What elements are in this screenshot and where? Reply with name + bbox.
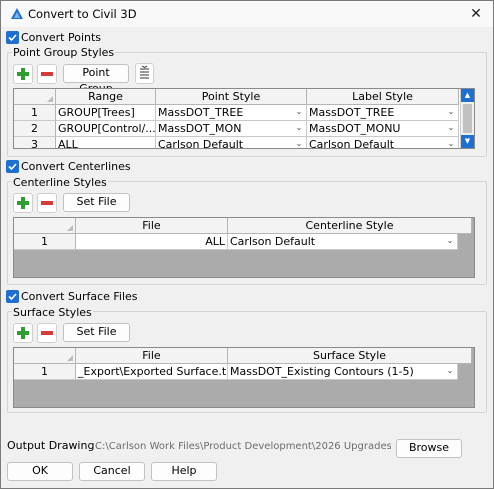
remove-point-row-button[interactable] [37, 64, 57, 84]
column-header-file[interactable]: File [76, 348, 228, 364]
window-title: Convert to Civil 3D [28, 7, 137, 21]
scroll-up-icon[interactable]: ▲ [461, 89, 474, 102]
browse-button[interactable]: Browse [396, 439, 462, 458]
range-cell[interactable]: GROUP[Control/... [56, 121, 156, 137]
plus-icon [17, 68, 29, 80]
sort-list-button[interactable] [135, 63, 154, 84]
centerline-style-value: Carlson Default [230, 235, 316, 248]
label-style-dropdown[interactable]: MassDOT_MONU ⌄ [307, 121, 459, 137]
chevron-down-icon[interactable]: ⌄ [445, 122, 457, 134]
remove-centerline-row-button[interactable] [37, 193, 57, 213]
label-style-value: Carlson Default [309, 138, 395, 149]
civil3d-app-icon [11, 8, 23, 19]
chevron-down-icon[interactable]: ⌄ [293, 122, 305, 134]
column-header-centerline-style[interactable]: Centerline Style [228, 218, 472, 234]
label-style-value: MassDOT_MONU [309, 122, 401, 135]
label-style-value: MassDOT_TREE [309, 106, 395, 119]
convert-surface-files-checkbox[interactable] [6, 290, 19, 303]
row-number: 1 [14, 105, 56, 121]
dialog-window: Convert to Civil 3D ✕ Convert Points Poi… [0, 0, 494, 489]
column-header-point-style[interactable]: Point Style [156, 89, 307, 105]
surface-style-dropdown[interactable]: MassDOT_Existing Contours (1-5) ⌄ [228, 364, 458, 380]
chevron-down-icon[interactable]: ⌄ [445, 106, 457, 118]
chevron-down-icon[interactable]: ⌄ [444, 365, 456, 377]
remove-surface-row-button[interactable] [37, 323, 57, 343]
plus-icon [17, 197, 29, 209]
scrollbar-thumb[interactable] [463, 104, 472, 133]
column-header-label-style[interactable]: Label Style [307, 89, 459, 105]
table-corner-header [14, 348, 76, 364]
label-style-dropdown[interactable]: Carlson Default ⌄ [307, 137, 459, 149]
add-centerline-row-button[interactable] [13, 193, 33, 213]
chevron-down-icon[interactable]: ⌄ [444, 235, 456, 247]
convert-points-label: Convert Points [21, 31, 102, 44]
cancel-button[interactable]: Cancel [79, 462, 145, 481]
surface-set-file-button[interactable]: Set File [63, 323, 130, 342]
centerline-styles-table: File Centerline Style 1 ALL Carlson Defa… [13, 217, 475, 278]
surface-styles-table: File Surface Style 1 _Export\Exported Su… [13, 347, 475, 408]
row-number: 1 [14, 364, 76, 380]
convert-centerlines-checkbox[interactable] [6, 160, 19, 173]
surface-styles-title: Surface Styles [12, 306, 93, 319]
sort-list-icon [140, 65, 149, 79]
minus-icon [41, 72, 53, 76]
chevron-down-icon[interactable]: ⌄ [293, 138, 305, 148]
close-icon[interactable]: ✕ [465, 4, 487, 24]
centerline-set-file-button[interactable]: Set File [63, 193, 130, 212]
column-header-file[interactable]: File [76, 218, 228, 234]
title-bar: Convert to Civil 3D ✕ [1, 1, 493, 27]
point-styles-table: Range Point Style Label Style 1 GROUP[Tr… [13, 88, 475, 149]
row-number: 3 [14, 137, 56, 148]
convert-surface-files-label: Convert Surface Files [21, 290, 138, 303]
point-style-value: MassDOT_MON [158, 122, 242, 135]
range-cell[interactable]: ALL [56, 137, 156, 148]
table-corner-header [14, 218, 76, 234]
plus-icon [17, 327, 29, 339]
add-point-row-button[interactable] [13, 64, 33, 84]
point-style-dropdown[interactable]: Carlson Default ⌄ [156, 137, 307, 149]
surface-file-cell[interactable]: _Export\Exported Surface.tin [76, 364, 228, 380]
column-header-surface-style[interactable]: Surface Style [228, 348, 472, 364]
row-number: 2 [14, 121, 56, 137]
centerline-styles-title: Centerline Styles [12, 176, 108, 189]
point-style-dropdown[interactable]: MassDOT_MON ⌄ [156, 121, 307, 137]
scroll-down-icon[interactable]: ▼ [461, 135, 474, 148]
point-style-dropdown[interactable]: MassDOT_TREE ⌄ [156, 105, 307, 121]
add-surface-row-button[interactable] [13, 323, 33, 343]
minus-icon [41, 201, 53, 205]
vertical-scrollbar[interactable]: ▲ ▼ [460, 89, 474, 148]
minus-icon [41, 331, 53, 335]
centerline-style-dropdown[interactable]: Carlson Default ⌄ [228, 234, 458, 250]
convert-points-checkbox[interactable] [6, 31, 19, 44]
chevron-down-icon[interactable]: ⌄ [445, 138, 457, 148]
row-number: 1 [14, 234, 76, 250]
chevron-down-icon[interactable]: ⌄ [293, 106, 305, 118]
range-cell[interactable]: GROUP[Trees] [56, 105, 156, 121]
label-style-dropdown[interactable]: MassDOT_TREE ⌄ [307, 105, 459, 121]
surface-style-value: MassDOT_Existing Contours (1-5) [230, 365, 414, 378]
help-button[interactable]: Help [151, 462, 217, 481]
centerline-file-cell[interactable]: ALL [76, 234, 228, 250]
output-drawing-label: Output Drawing [7, 439, 95, 452]
point-style-value: Carlson Default [158, 138, 244, 149]
convert-centerlines-label: Convert Centerlines [21, 160, 131, 173]
table-corner-header [14, 89, 56, 105]
point-group-button[interactable]: Point Group [63, 64, 129, 95]
ok-button[interactable]: OK [7, 462, 73, 481]
output-drawing-path[interactable]: C:\Carlson Work Files\Product Developmen… [95, 441, 391, 452]
point-group-styles-title: Point Group Styles [12, 46, 116, 59]
point-style-value: MassDOT_TREE [158, 106, 244, 119]
column-header-range[interactable]: Range [56, 89, 156, 105]
